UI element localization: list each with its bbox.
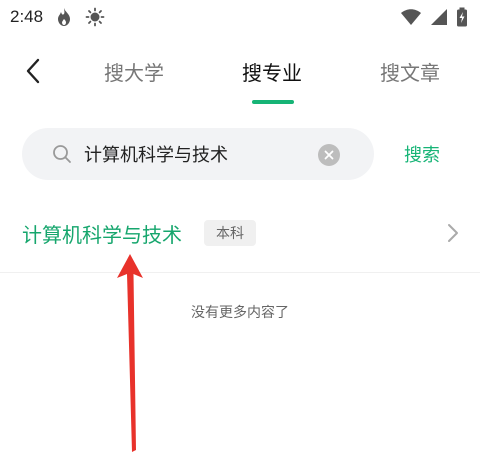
divider (0, 272, 480, 273)
tab-search-majors[interactable]: 搜专业 (236, 54, 308, 88)
brightness-icon (85, 7, 105, 27)
no-more-content-text: 没有更多内容了 (191, 305, 289, 321)
battery-icon (456, 7, 468, 27)
status-left: 2:48 (10, 7, 105, 27)
search-input[interactable] (84, 140, 314, 168)
search-icon (53, 145, 71, 163)
degree-level-badge: 本科 (204, 220, 256, 246)
search-box[interactable] (22, 128, 374, 180)
fire-icon (55, 7, 73, 27)
tab-search-universities[interactable]: 搜大学 (98, 54, 170, 88)
active-tab-indicator (252, 100, 294, 104)
search-row: 搜索 (0, 126, 480, 182)
back-button[interactable] (18, 54, 48, 88)
close-icon (324, 150, 334, 160)
status-bar: 2:48 (0, 0, 480, 34)
clear-search-button[interactable] (318, 144, 340, 166)
wifi-icon (400, 8, 422, 26)
annotation-arrow-icon (117, 254, 143, 452)
result-item[interactable]: 计算机科学与技术 本科 (0, 206, 480, 260)
chevron-right-icon (448, 224, 458, 242)
header: 搜大学 搜专业 搜文章 (0, 40, 480, 110)
search-button[interactable]: 搜索 (404, 140, 444, 168)
chevron-left-icon (26, 58, 40, 84)
signal-icon (430, 8, 448, 26)
result-title: 计算机科学与技术 (22, 222, 182, 247)
status-right (400, 7, 468, 27)
status-time: 2:48 (10, 7, 44, 26)
app-screen: 2:48 搜大学 搜专业 搜文章 计算机科学与技术 搜索 计算机科学与技术 本科… (0, 0, 480, 471)
tab-search-articles[interactable]: 搜文章 (374, 54, 446, 88)
